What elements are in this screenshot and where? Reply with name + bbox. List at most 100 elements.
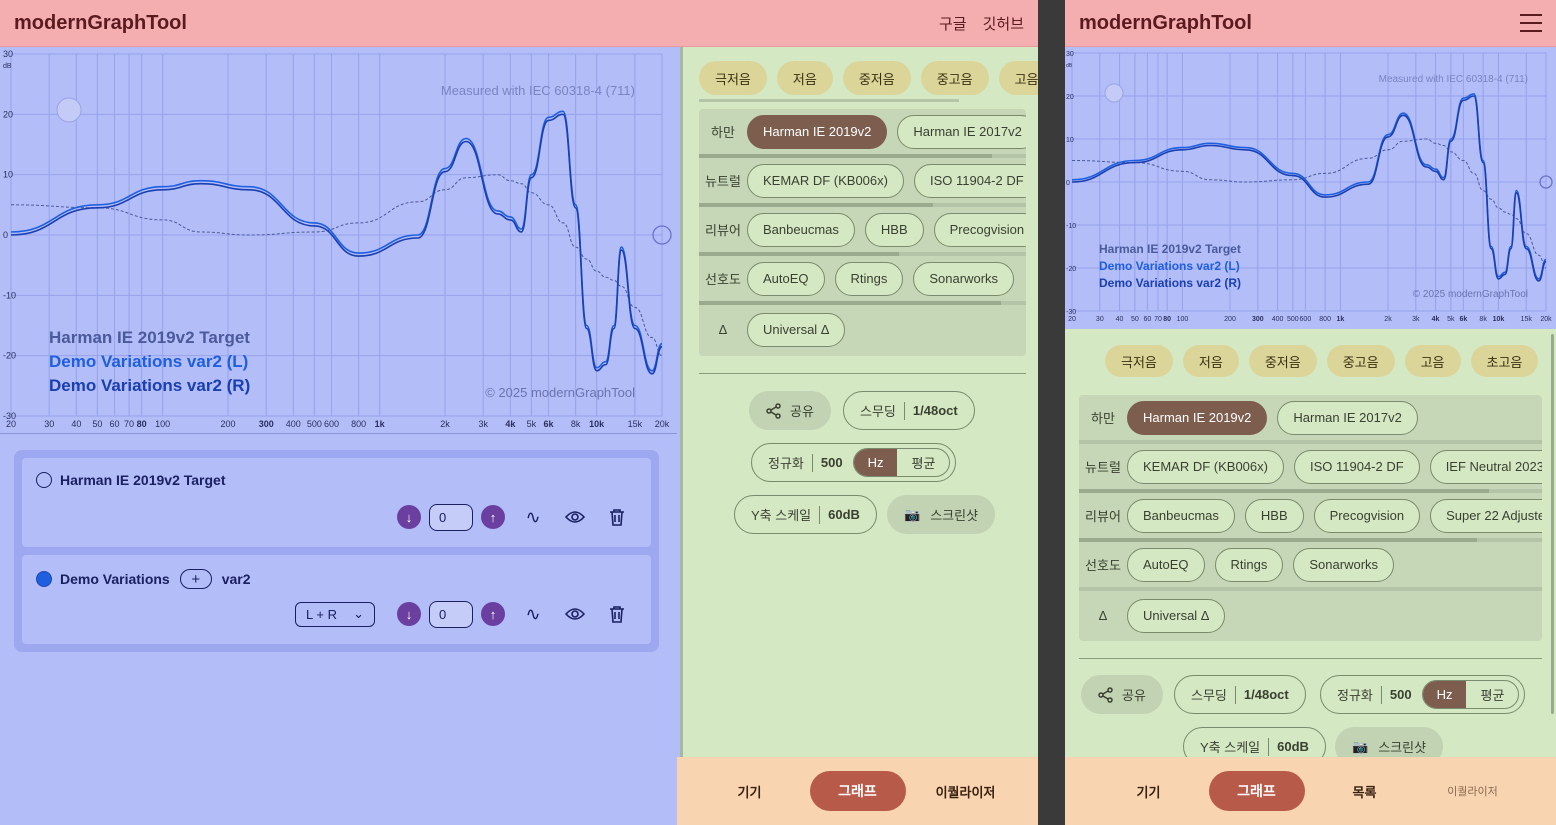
frequency-graph[interactable]: 20 30 40 50 60 70 80 100 200 300 400 500 600 800 1k 2k 3… bbox=[0, 47, 677, 433]
target-chip[interactable]: Super 22 Adjusted bbox=[1430, 498, 1542, 533]
target-chip[interactable]: IEF Neutral 2023 bbox=[1429, 449, 1542, 484]
normalize-control: 정규화 500 Hz 평균 bbox=[751, 443, 957, 482]
normalize-value[interactable]: 500 bbox=[1390, 687, 1412, 702]
github-link[interactable]: 깃허브 bbox=[983, 13, 1024, 34]
legend-entry: Demo Variations var2 (R) bbox=[1099, 276, 1241, 290]
target-chip[interactable]: Universal Δ bbox=[747, 312, 846, 347]
x-tick-label: 400 bbox=[286, 419, 301, 429]
target-chip[interactable]: ISO 11904-2 DF bbox=[1293, 449, 1420, 484]
yscale-button[interactable]: Y축 스케일 60dB bbox=[734, 495, 877, 534]
normalize-label: 정규화 bbox=[1337, 688, 1373, 703]
target-chip[interactable]: HBB bbox=[1244, 498, 1304, 533]
target-chip[interactable]: ISO 11904-2 DF bbox=[913, 163, 1026, 198]
nav-graph[interactable]: 그래프 bbox=[1208, 771, 1305, 811]
target-chip[interactable]: KEMAR DF (KB006x) bbox=[747, 163, 904, 198]
channel-select[interactable]: L + R ⌄ bbox=[295, 601, 375, 627]
target-chip[interactable]: AutoEQ bbox=[1127, 547, 1205, 582]
x-tick-label: 40 bbox=[1116, 316, 1124, 323]
nav-graph[interactable]: 그래프 bbox=[809, 771, 906, 811]
x-tick-label: 400 bbox=[1272, 316, 1284, 323]
nav-equalizer[interactable]: 이퀄라이저 bbox=[1419, 783, 1527, 799]
screenshot-button[interactable]: 📷 스크린샷 bbox=[887, 495, 996, 534]
eye-icon[interactable] bbox=[561, 503, 589, 531]
avg-toggle[interactable]: 평균 bbox=[897, 449, 949, 476]
smoothing-button[interactable]: 스무딩 1/48oct bbox=[843, 391, 975, 430]
x-tick-label: 20k bbox=[1540, 316, 1552, 323]
x-tick-label: 200 bbox=[1224, 316, 1236, 323]
row-label: Δ bbox=[1098, 608, 1108, 623]
eye-icon[interactable] bbox=[561, 600, 589, 628]
nav-equalizer[interactable]: 이퀄라이저 bbox=[912, 782, 1020, 801]
target-chip[interactable]: Sonarworks bbox=[913, 261, 1015, 296]
band-chip[interactable]: 극저음 bbox=[699, 61, 767, 95]
x-tick-label: 5k bbox=[1447, 316, 1455, 323]
y-tick-label: 10 bbox=[3, 170, 13, 180]
target-chip[interactable]: Precogvision bbox=[933, 212, 1026, 247]
band-chip[interactable]: 고음 bbox=[998, 61, 1038, 95]
frequency-graph[interactable]: 20 30 40 50 60 70 80 100 200 300 400 500 600 800 1k 2k 3… bbox=[1065, 47, 1556, 329]
band-chip[interactable]: 고음 bbox=[1404, 345, 1461, 377]
target-selector: 하만 Harman IE 2019v2 Harman IE 2017v2 뉴트럴… bbox=[1079, 395, 1542, 641]
share-label: 공유 bbox=[790, 404, 814, 419]
add-variant-button[interactable]: + bbox=[179, 569, 212, 589]
target-chip[interactable]: Harman IE 2019v2 bbox=[747, 114, 888, 149]
x-tick-label: 10k bbox=[1493, 316, 1505, 323]
x-tick-label: 600 bbox=[1300, 316, 1312, 323]
target-chip[interactable]: AutoEQ bbox=[747, 261, 825, 296]
band-chip[interactable]: 중저음 bbox=[842, 61, 911, 95]
app-header: modernGraphTool bbox=[1065, 0, 1556, 47]
offset-input[interactable]: 0 bbox=[429, 503, 473, 531]
target-chip[interactable]: HBB bbox=[864, 212, 924, 247]
target-chip[interactable]: Universal Δ bbox=[1127, 598, 1226, 633]
select-radio[interactable] bbox=[36, 472, 52, 488]
nav-device[interactable]: 기기 bbox=[696, 782, 804, 801]
target-chip[interactable]: Rtings bbox=[1214, 547, 1284, 582]
smoothing-button[interactable]: 스무딩 1/48oct bbox=[1174, 675, 1306, 714]
band-chip[interactable]: 저음 bbox=[1182, 345, 1239, 377]
camera-icon: 📷 bbox=[1352, 738, 1369, 754]
divider bbox=[699, 373, 1026, 374]
offset-down-button[interactable]: ↓ bbox=[397, 505, 421, 529]
nav-list[interactable]: 목록 bbox=[1311, 782, 1419, 801]
target-chip[interactable]: Harman IE 2017v2 bbox=[1277, 400, 1418, 435]
scrollbar[interactable] bbox=[1551, 334, 1554, 714]
target-chip[interactable]: Sonarworks bbox=[1293, 547, 1395, 582]
header-links: 구글 깃허브 bbox=[939, 13, 1024, 34]
hz-toggle[interactable]: Hz bbox=[853, 449, 898, 476]
normalize-value[interactable]: 500 bbox=[821, 455, 843, 470]
offset-down-button[interactable]: ↓ bbox=[397, 602, 421, 626]
target-chip[interactable]: Banbeucmas bbox=[1127, 498, 1235, 533]
target-chip[interactable]: Rtings bbox=[834, 261, 904, 296]
wave-icon[interactable]: ∿ bbox=[519, 503, 547, 531]
wave-icon[interactable]: ∿ bbox=[519, 600, 547, 628]
offset-up-button[interactable]: ↑ bbox=[481, 505, 505, 529]
trash-icon[interactable] bbox=[603, 503, 631, 531]
band-chip[interactable]: 중저음 bbox=[1248, 345, 1317, 377]
share-button[interactable]: 공유 bbox=[1081, 675, 1163, 714]
hz-toggle[interactable]: Hz bbox=[1422, 681, 1467, 708]
select-radio[interactable] bbox=[36, 571, 52, 587]
target-chip[interactable]: KEMAR DF (KB006x) bbox=[1127, 449, 1284, 484]
target-chip[interactable]: Harman IE 2019v2 bbox=[1127, 400, 1268, 435]
target-chip[interactable]: Banbeucmas bbox=[747, 212, 855, 247]
band-chip[interactable]: 초고음 bbox=[1470, 345, 1539, 377]
x-tick-label: 3k bbox=[478, 419, 488, 429]
hamburger-menu-icon[interactable] bbox=[1520, 14, 1542, 32]
share-button[interactable]: 공유 bbox=[749, 391, 831, 430]
band-chip[interactable]: 저음 bbox=[776, 61, 833, 95]
offset-up-button[interactable]: ↑ bbox=[481, 602, 505, 626]
target-chip[interactable]: Harman IE 2017v2 bbox=[897, 114, 1026, 149]
target-chip[interactable]: Precogvision bbox=[1313, 498, 1421, 533]
logo-icon bbox=[1104, 83, 1124, 103]
band-chip[interactable]: 중고음 bbox=[920, 61, 989, 95]
avg-toggle[interactable]: 평균 bbox=[1466, 681, 1518, 708]
band-chip[interactable]: 극저음 bbox=[1105, 345, 1173, 377]
nav-device[interactable]: 기기 bbox=[1095, 782, 1203, 801]
trash-icon[interactable] bbox=[603, 600, 631, 628]
band-chip[interactable]: 중고음 bbox=[1326, 345, 1395, 377]
google-link[interactable]: 구글 bbox=[939, 13, 967, 34]
x-tick-label: 100 bbox=[1177, 316, 1189, 323]
screenshot-label: 스크린샷 bbox=[930, 508, 979, 523]
chip-scroll-track[interactable] bbox=[699, 99, 959, 102]
offset-input[interactable]: 0 bbox=[429, 600, 473, 628]
